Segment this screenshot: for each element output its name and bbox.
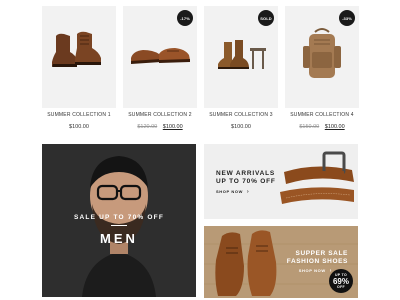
product-price: $100.00 bbox=[324, 124, 345, 130]
new-arrivals-heading: NEW ARRIVALS bbox=[216, 170, 276, 177]
product-name[interactable]: SUMMER COLLECTION 1 bbox=[42, 112, 116, 118]
product-price: $100.00 bbox=[162, 124, 183, 130]
super-sale-subheading: FASHION SHOES bbox=[286, 258, 348, 265]
product-price: $100.00 bbox=[69, 124, 89, 130]
discount-circle-badge: UP TO 69% OFF bbox=[329, 269, 353, 293]
product-price-row: $100.00 bbox=[42, 124, 116, 130]
discount-badge: -17% bbox=[177, 10, 193, 26]
product-price-row: $100.00 bbox=[204, 124, 278, 130]
shop-now-label: SHOP NOW bbox=[298, 268, 326, 273]
badge-off: OFF bbox=[337, 285, 345, 289]
product-name[interactable]: SUMMER COLLECTION 3 bbox=[204, 112, 278, 118]
product-name[interactable]: SUMMER COLLECTION 2 bbox=[123, 112, 197, 118]
product-image-brown-boots[interactable] bbox=[42, 6, 116, 108]
product-old-price: $120.00 bbox=[137, 124, 158, 130]
product-price-row: $120.00 $100.00 bbox=[123, 124, 197, 130]
product-card[interactable]: -17% SUMMER COLLECTION 2 $120.00 $100.00 bbox=[123, 6, 197, 132]
discount-badge: -33% bbox=[339, 10, 355, 26]
product-card[interactable]: -33% SUMMER COLLECTION 4 $150.00 $100.00 bbox=[285, 6, 359, 132]
new-arrivals-subheading: UP TO 70% OFF bbox=[216, 178, 276, 185]
men-banner-title[interactable]: MEN bbox=[42, 231, 196, 246]
arrow-right-icon: › bbox=[246, 189, 250, 195]
product-old-price: $150.00 bbox=[299, 124, 320, 130]
product-card[interactable]: SOLD SUMMER COLLECTION 3 $100.00 bbox=[204, 6, 278, 132]
super-sale-heading: SUPPER SALE bbox=[295, 250, 348, 257]
product-price: $100.00 bbox=[231, 124, 251, 130]
shop-now-label: SHOP NOW bbox=[216, 189, 243, 194]
product-card[interactable]: SUMMER COLLECTION 1 $100.00 bbox=[42, 6, 116, 132]
sold-badge: SOLD bbox=[258, 10, 274, 26]
super-sale-banner[interactable]: SUPPER SALE FASHION SHOES SHOP NOW › UP T… bbox=[204, 226, 358, 298]
new-arrivals-banner[interactable]: NEW ARRIVALS UP TO 70% OFF SHOP NOW › bbox=[204, 144, 358, 219]
men-sale-banner[interactable]: SALE UP TO 70% OFF MEN bbox=[42, 144, 196, 297]
boots-illustration bbox=[52, 31, 101, 67]
product-name[interactable]: SUMMER COLLECTION 4 bbox=[285, 112, 359, 118]
shop-now-link[interactable]: SHOP NOW › bbox=[216, 189, 249, 195]
men-banner-subtitle: SALE UP TO 70% OFF bbox=[74, 214, 164, 221]
divider bbox=[111, 225, 127, 226]
product-price-row: $150.00 $100.00 bbox=[285, 124, 359, 130]
shop-now-link[interactable]: SHOP NOW › bbox=[299, 268, 332, 274]
